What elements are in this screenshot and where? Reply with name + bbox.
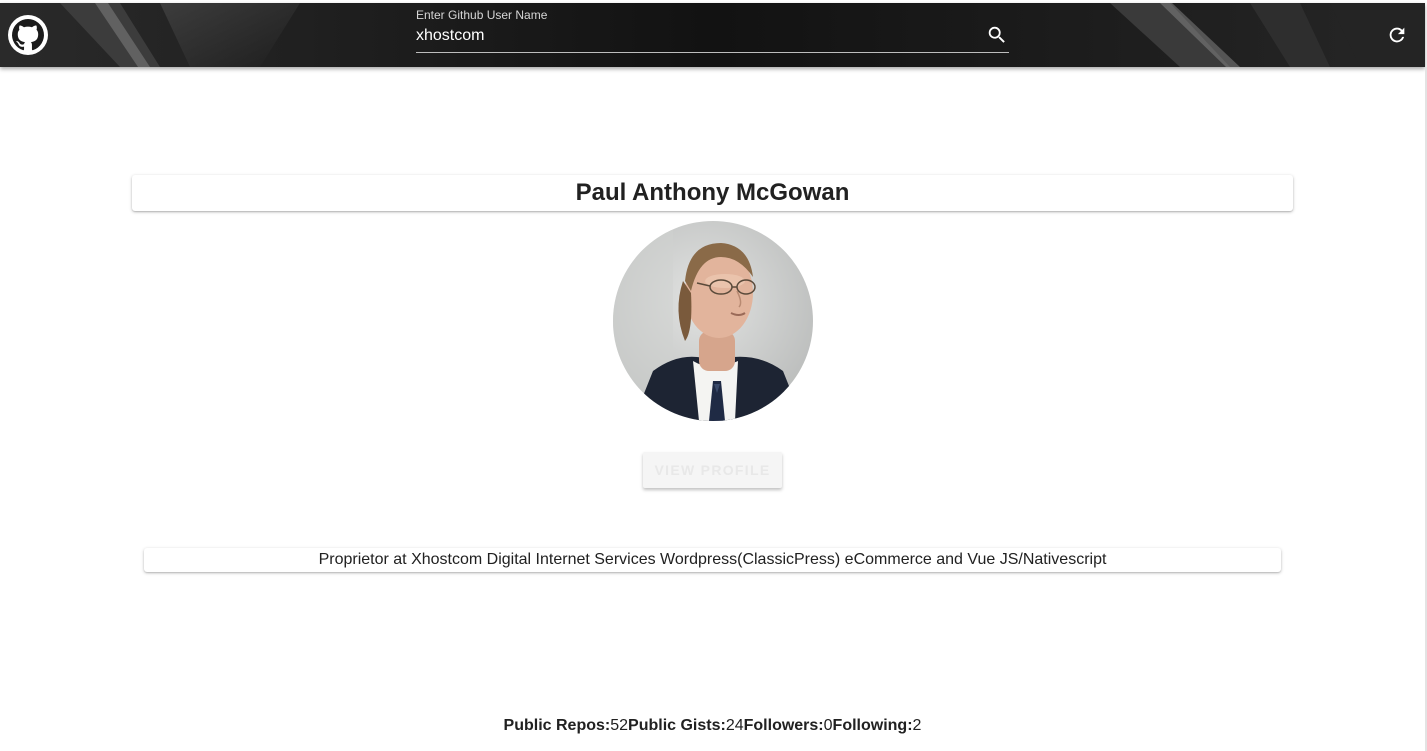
following-label: Following: [832,717,913,734]
public-repos-label: Public Repos: [503,717,611,734]
search-field: Enter Github User Name [416,3,1009,67]
public-gists-value: 24 [725,717,744,734]
profile-avatar [613,221,813,421]
following-value: 2 [912,717,922,734]
profile-name: Paul Anthony McGowan [575,179,850,206]
view-profile-button[interactable]: VIEW PROFILE [643,452,782,488]
search-underline [416,52,1009,53]
followers-label: Followers: [743,717,824,734]
public-gists-label: Public Gists: [628,717,726,734]
name-card: Paul Anthony McGowan [132,175,1293,211]
profile-bio: Proprietor at Xhostcom Digital Internet … [318,551,1107,568]
app-bar: Enter Github User Name [0,3,1425,67]
github-logo-icon[interactable] [8,15,48,55]
public-repos-value: 52 [610,717,629,734]
stats-bar: Public Repos:52Public Gists:24Followers:… [0,717,1425,739]
search-input[interactable] [416,24,976,48]
search-icon[interactable] [986,24,1008,46]
refresh-icon[interactable] [1386,24,1408,46]
followers-value: 0 [823,717,833,734]
search-label: Enter Github User Name [416,8,548,22]
bio-card: Proprietor at Xhostcom Digital Internet … [144,548,1281,572]
